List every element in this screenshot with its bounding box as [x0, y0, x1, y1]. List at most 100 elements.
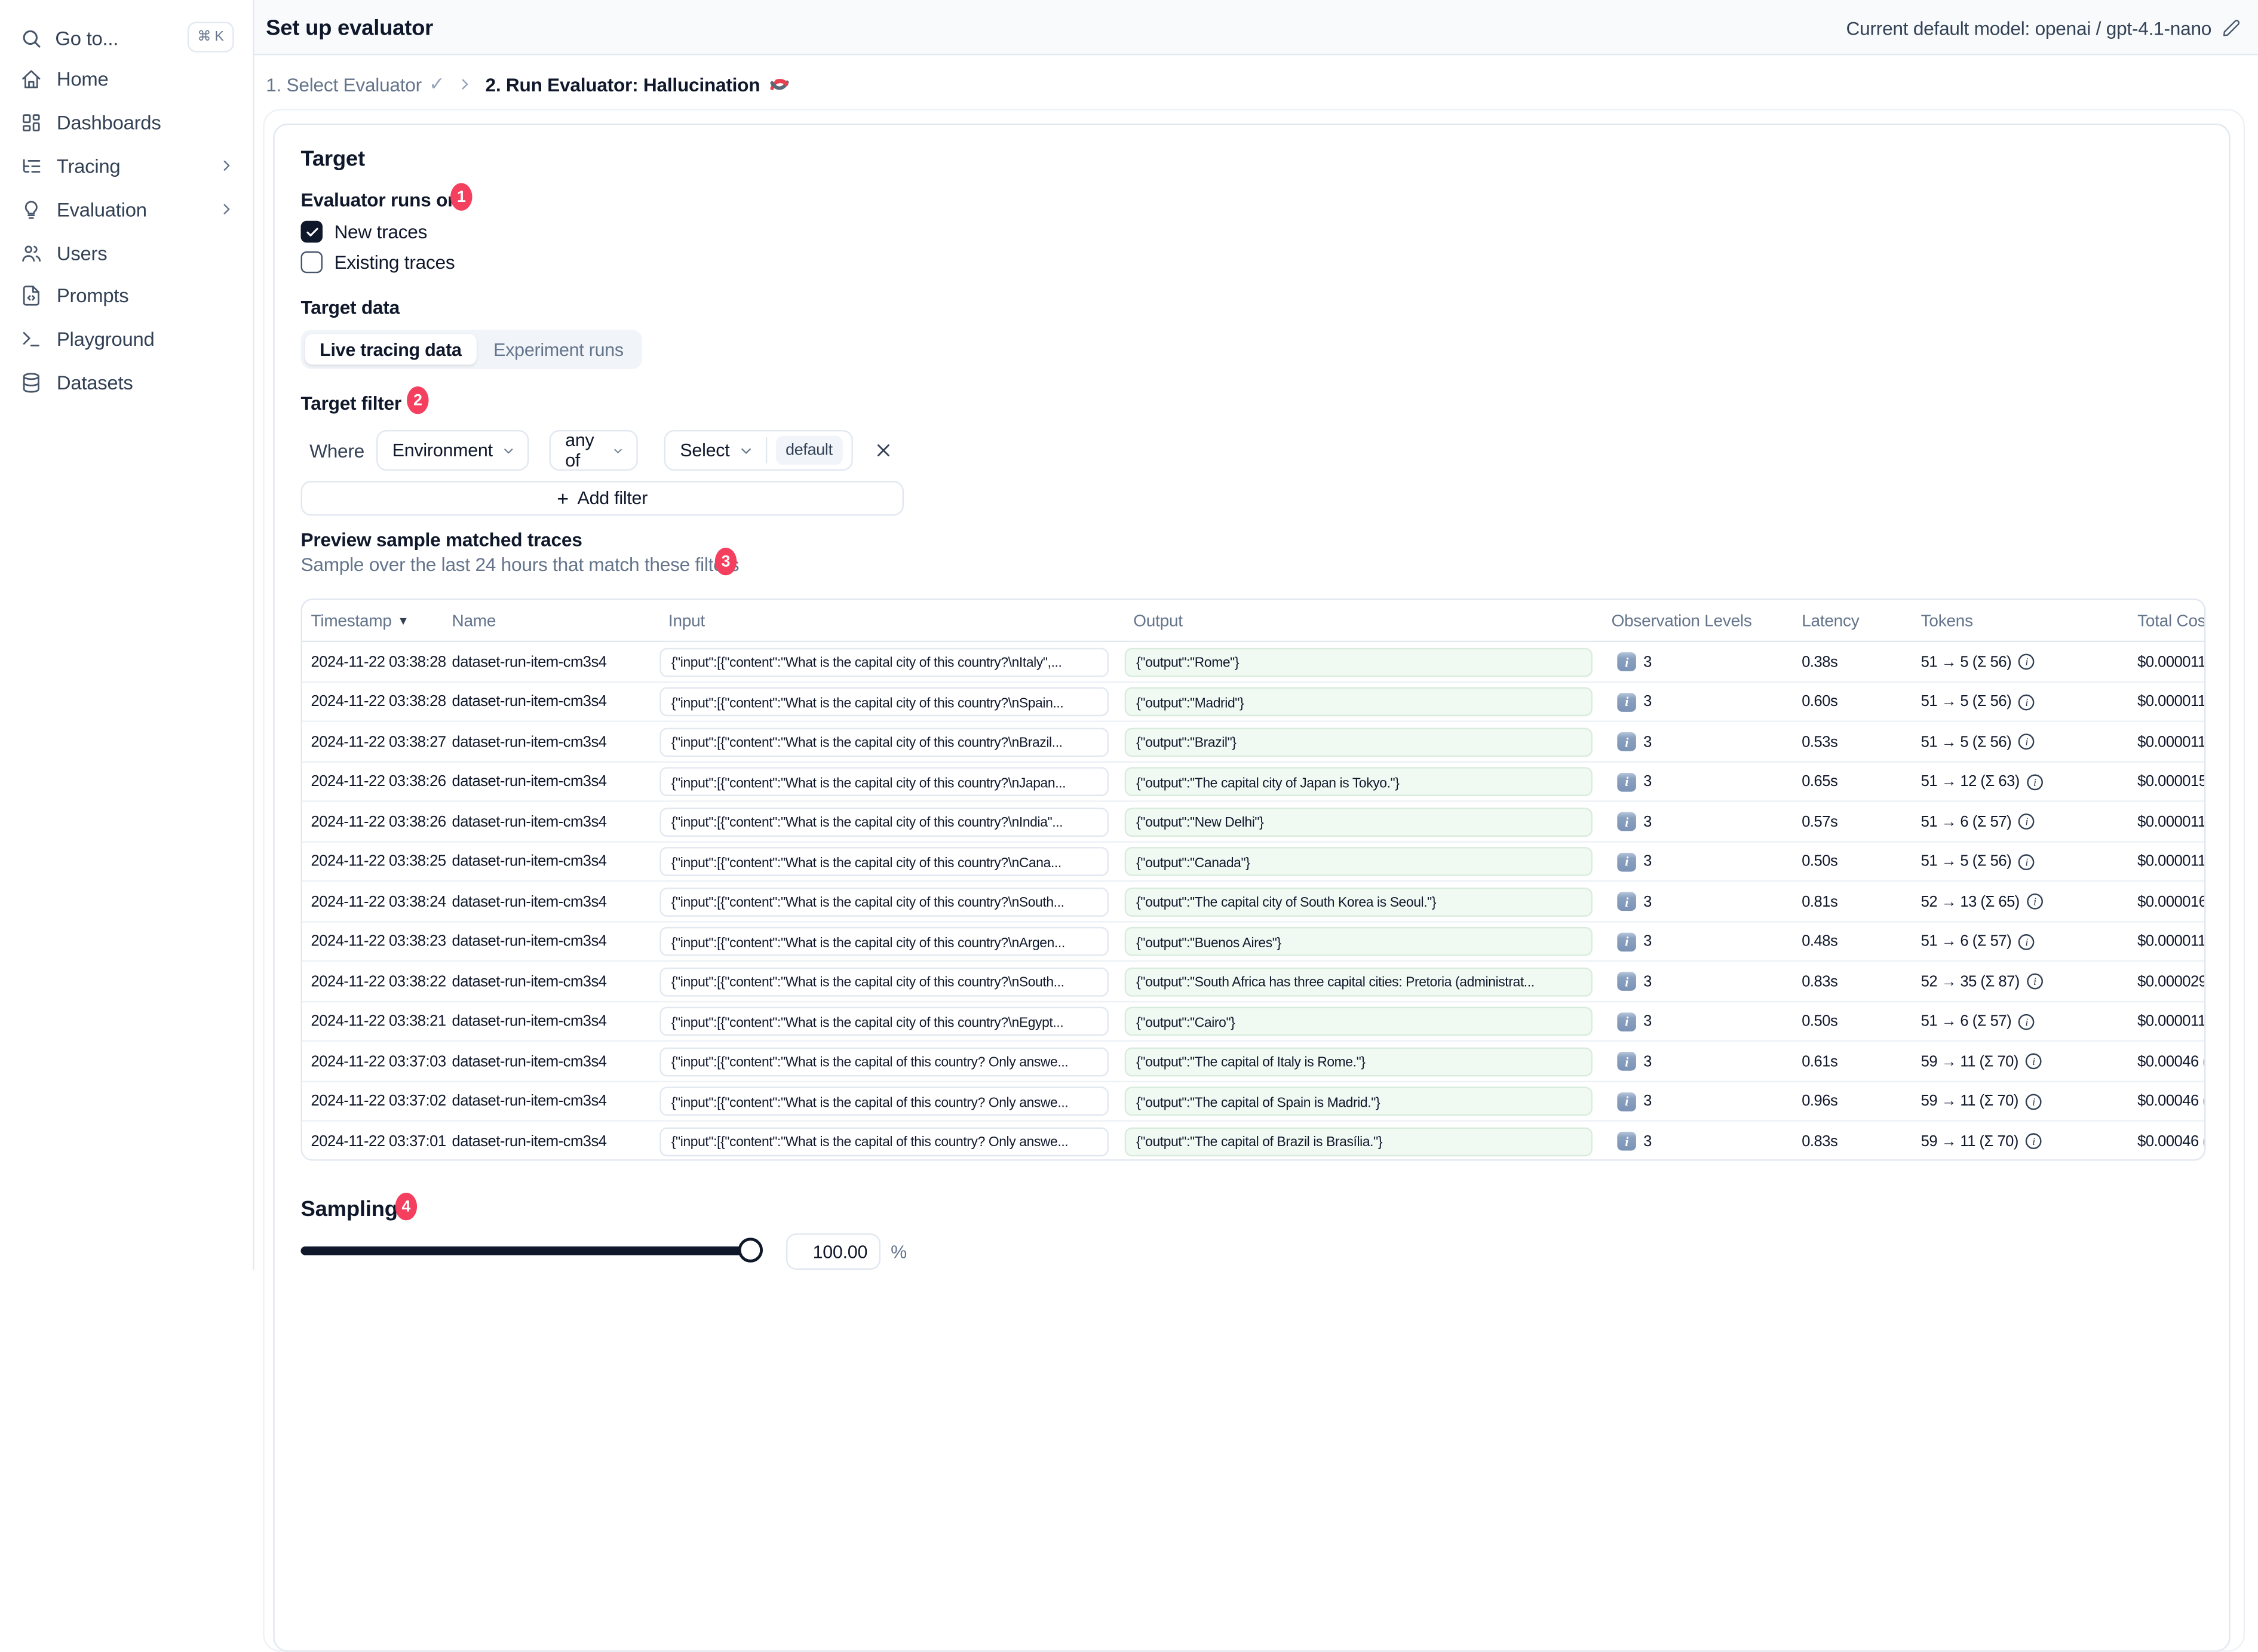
table-row[interactable]: 2024-11-22 03:38:21 dataset-run-item-cm3s… — [302, 1002, 2204, 1042]
cell-tokens: 51 → 5 (Σ 56) i — [1921, 842, 2035, 882]
cell-input[interactable]: {"input":[{"content":"What is the capita… — [659, 886, 1109, 916]
token-info-icon: i — [2018, 853, 2035, 870]
col-name[interactable]: Name — [452, 600, 496, 643]
table-row[interactable]: 2024-11-22 03:38:22 dataset-run-item-cm3s… — [302, 962, 2204, 1002]
cell-input[interactable]: {"input":[{"content":"What is the capita… — [659, 807, 1109, 836]
col-observation-levels[interactable]: Observation Levels — [1612, 600, 1752, 643]
sidebar-item-users[interactable]: Users — [0, 231, 254, 274]
cell-tokens: 51 → 12 (Σ 63) i — [1921, 762, 2043, 802]
sidebar-item-prompts[interactable]: Prompts — [0, 275, 254, 318]
col-latency[interactable]: Latency — [1802, 600, 1860, 643]
col-output[interactable]: Output — [1133, 600, 1183, 643]
checkbox-new-traces[interactable]: New traces — [300, 220, 427, 243]
cell-output[interactable]: {"output":"The capital city of Japan is … — [1124, 767, 1593, 796]
tab-experiment-runs[interactable]: Experiment runs — [479, 334, 638, 364]
cell-output[interactable]: {"output":"South Africa has three capita… — [1124, 966, 1593, 996]
sidebar-item-evaluation[interactable]: Evaluation — [0, 188, 254, 231]
table-row[interactable]: 2024-11-22 03:38:24 dataset-run-item-cm3s… — [302, 882, 2204, 922]
table-row[interactable]: 2024-11-22 03:38:25 dataset-run-item-cm3s… — [302, 842, 2204, 882]
shortcut-badge: ⌘ K — [187, 22, 234, 53]
cell-name: dataset-run-item-cm3s4 — [452, 1092, 607, 1110]
check-icon: ✓ — [429, 72, 445, 95]
table-row[interactable]: 2024-11-22 03:38:26 dataset-run-item-cm3s… — [302, 762, 2204, 802]
sampling-label: Sampling — [300, 1197, 398, 1222]
cell-output[interactable]: {"output":"Buenos Aires"} — [1124, 926, 1593, 956]
col-total-cost[interactable]: Total Cost — [2137, 600, 2204, 643]
filter-field-select[interactable]: Environment — [376, 429, 529, 471]
filter-value-select[interactable]: Select default — [664, 429, 853, 471]
sampling-slider-handle[interactable] — [738, 1238, 763, 1263]
cell-tokens: 51 → 5 (Σ 56) i — [1921, 682, 2035, 722]
checkbox-existing-traces[interactable]: Existing traces — [300, 251, 455, 274]
cell-input[interactable]: {"input":[{"content":"What is the capita… — [659, 1126, 1109, 1156]
sampling-value-input[interactable]: 100.00 — [786, 1233, 881, 1270]
cell-input[interactable]: {"input":[{"content":"What is the capita… — [659, 727, 1109, 757]
cell-output[interactable]: {"output":"Canada"} — [1124, 847, 1593, 876]
sidebar-item-tracing[interactable]: Tracing — [0, 145, 254, 188]
sidebar-item-label: Evaluation — [56, 198, 147, 221]
cell-output[interactable]: {"output":"The capital city of South Kor… — [1124, 886, 1593, 916]
sidebar-item-dashboards[interactable]: Dashboards — [0, 102, 254, 145]
checkbox-unchecked-icon[interactable] — [300, 251, 323, 274]
cell-output[interactable]: {"output":"The capital of Brazil is Bras… — [1124, 1126, 1593, 1156]
observation-count: 3 — [1643, 693, 1652, 711]
table-row[interactable]: 2024-11-22 03:38:27 dataset-run-item-cm3s… — [302, 722, 2204, 762]
cell-tokens: 59 → 11 (Σ 70) i — [1921, 1122, 2042, 1159]
sidebar-item-datasets[interactable]: Datasets — [0, 361, 254, 404]
info-level-icon: i — [1617, 692, 1636, 712]
cell-output[interactable]: {"output":"Cairo"} — [1124, 1006, 1593, 1036]
observation-count: 3 — [1643, 973, 1652, 991]
cell-input[interactable]: {"input":[{"content":"What is the capita… — [659, 966, 1109, 996]
breadcrumb-step2: 2. Run Evaluator: Hallucination — [485, 73, 790, 95]
goto-search[interactable]: Go to... ⌘ K — [9, 17, 246, 58]
checkbox-checked-icon[interactable] — [300, 220, 323, 243]
cell-name: dataset-run-item-cm3s4 — [452, 933, 607, 951]
cell-output[interactable]: {"output":"New Delhi"} — [1124, 807, 1593, 836]
cell-output[interactable]: {"output":"Brazil"} — [1124, 727, 1593, 757]
chevron-right-icon — [223, 161, 230, 171]
sidebar-item-home[interactable]: Home — [0, 58, 254, 101]
cell-timestamp: 2024-11-22 03:38:27 — [311, 733, 447, 751]
top-bar: Set up evaluator Current default model: … — [254, 0, 2258, 56]
remove-filter-icon[interactable] — [873, 440, 894, 460]
table-row[interactable]: 2024-11-22 03:37:03 dataset-run-item-cm3s… — [302, 1042, 2204, 1082]
cell-input[interactable]: {"input":[{"content":"What is the capita… — [659, 1046, 1109, 1076]
col-timestamp[interactable]: Timestamp ▼ — [311, 600, 409, 643]
token-info-icon: i — [2018, 934, 2035, 950]
observation-count: 3 — [1643, 1132, 1652, 1150]
table-row[interactable]: 2024-11-22 03:38:23 dataset-run-item-cm3s… — [302, 922, 2204, 962]
filter-value-chip[interactable]: default — [775, 435, 843, 465]
cell-output[interactable]: {"output":"The capital of Spain is Madri… — [1124, 1086, 1593, 1116]
token-counts: 59 → 11 (Σ 70) — [1920, 1092, 2019, 1110]
table-row[interactable]: 2024-11-22 03:37:02 dataset-run-item-cm3s… — [302, 1082, 2204, 1122]
cell-input[interactable]: {"input":[{"content":"What is the capita… — [659, 1086, 1109, 1116]
observation-count: 3 — [1643, 1092, 1652, 1110]
table-row[interactable]: 2024-11-22 03:38:28 dataset-run-item-cm3s… — [302, 642, 2206, 683]
edit-pencil-icon[interactable] — [2222, 18, 2241, 37]
sampling-slider-track[interactable] — [300, 1246, 751, 1255]
cell-output[interactable]: {"output":"Madrid"} — [1124, 687, 1593, 717]
cell-input[interactable]: {"input":[{"content":"What is the capita… — [659, 767, 1109, 796]
add-filter-button[interactable]: + Add filter — [300, 481, 904, 516]
tab-live-tracing-data[interactable]: Live tracing data — [305, 334, 476, 365]
cell-input[interactable]: {"input":[{"content":"What is the capita… — [659, 926, 1109, 956]
col-tokens[interactable]: Tokens — [1921, 600, 1973, 643]
table-row[interactable]: 2024-11-22 03:37:01 dataset-run-item-cm3s… — [302, 1122, 2204, 1159]
cell-input[interactable]: {"input":[{"content":"What is the capita… — [659, 847, 1109, 876]
cell-input[interactable]: {"input":[{"content":"What is the capita… — [659, 1006, 1109, 1036]
filter-operator-select[interactable]: any of — [549, 429, 638, 471]
cell-output[interactable]: {"output":"Rome"} — [1124, 647, 1593, 677]
cell-total-cost: $0.000011 ( — [2137, 813, 2206, 831]
cell-output[interactable]: {"output":"The capital of Italy is Rome.… — [1124, 1046, 1593, 1076]
table-row[interactable]: 2024-11-22 03:38:26 dataset-run-item-cm3s… — [302, 802, 2206, 842]
col-input[interactable]: Input — [668, 600, 705, 643]
checkbox-label: Existing traces — [334, 251, 455, 274]
sidebar-item-playground[interactable]: Playground — [0, 318, 254, 361]
table-row[interactable]: 2024-11-22 03:38:28 dataset-run-item-cm3s… — [302, 682, 2204, 722]
cell-input[interactable]: {"input":[{"content":"What is the capita… — [659, 687, 1109, 717]
cell-total-cost: $0.000011 ( — [2137, 653, 2206, 671]
cell-timestamp: 2024-11-22 03:38:24 — [311, 893, 447, 911]
cell-input[interactable]: {"input":[{"content":"What is the capita… — [659, 647, 1109, 677]
breadcrumb-step1[interactable]: 1. Select Evaluator ✓ — [266, 73, 444, 96]
default-model-label: Current default model: openai / gpt-4.1-… — [1846, 16, 2212, 39]
